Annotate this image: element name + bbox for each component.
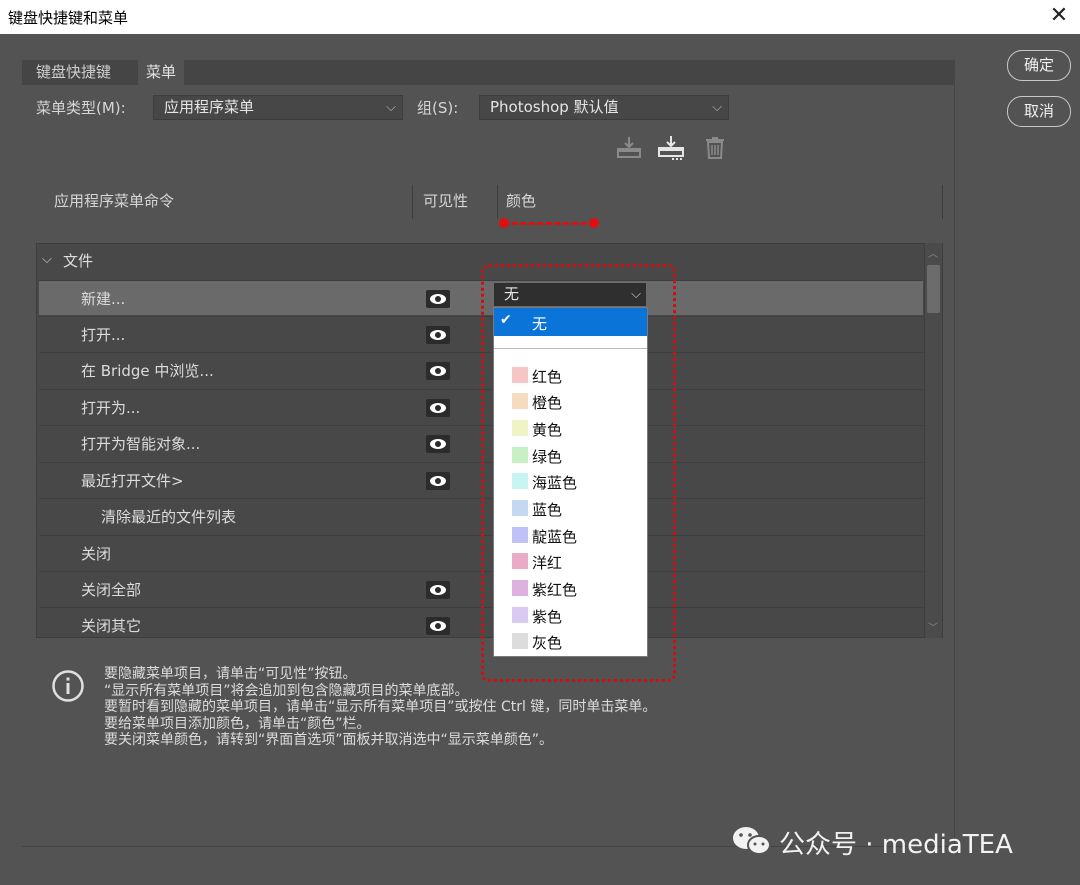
window-title: 键盘快捷键和菜单 <box>8 9 129 27</box>
header-visibility: 可见性 <box>423 192 469 210</box>
eye-icon[interactable] <box>426 399 450 417</box>
tab-menus[interactable]: 菜单 <box>138 60 185 85</box>
info-text: 要隐藏菜单项目，请单击“可见性”按钮。 “显示所有菜单项目”将会追加到包含隐藏项… <box>104 666 656 749</box>
info-icon <box>51 669 85 703</box>
watermark-text: 公众号 · mediaTEA <box>779 830 1013 860</box>
eye-icon[interactable] <box>426 435 450 453</box>
eye-icon[interactable] <box>426 617 450 635</box>
row-label: 打开为... <box>81 399 141 417</box>
title-bar: 键盘快捷键和菜单 ✕ <box>0 0 1080 34</box>
menu-type-value: 应用程序菜单 <box>164 98 255 116</box>
tree-group-file[interactable]: ⌵ 文件 <box>37 244 921 278</box>
annotation-dot <box>499 218 509 228</box>
cancel-button[interactable]: 取消 <box>1007 96 1071 127</box>
row-label: 打开为智能对象... <box>81 435 201 453</box>
info-line: “显示所有菜单项目”将会追加到包含隐藏项目的菜单底部。 <box>104 682 469 699</box>
row-label: 关闭全部 <box>81 581 142 599</box>
header-separator <box>497 185 498 219</box>
row-label: 关闭 <box>81 545 112 563</box>
annotation-dot <box>589 218 599 228</box>
eye-icon[interactable] <box>426 362 450 380</box>
group-label: 组(S): <box>417 99 459 117</box>
row-label: 在 Bridge 中浏览... <box>81 362 214 380</box>
menu-type-label: 菜单类型(M): <box>36 99 126 117</box>
tab-strip: 键盘快捷键 菜单 <box>22 60 955 85</box>
close-icon[interactable]: ✕ <box>1046 3 1072 29</box>
menu-type-select[interactable]: 应用程序菜单 ⌵ <box>153 95 403 120</box>
tree-scrollbar[interactable]: ︿ ﹀ <box>924 243 942 638</box>
save-set-icon[interactable] <box>615 134 643 162</box>
group-value: Photoshop 默认值 <box>490 98 619 116</box>
header-color: 颜色 <box>506 192 537 210</box>
chevron-down-icon: ⌵ <box>712 100 722 115</box>
row-label: 清除最近的文件列表 <box>101 508 237 526</box>
row-label: 最近打开文件> <box>81 472 184 490</box>
eye-icon[interactable] <box>426 290 450 308</box>
chevron-down-icon[interactable]: ﹀ <box>928 619 938 634</box>
save-as-icon[interactable] <box>657 134 685 162</box>
row-label: 新建... <box>81 290 126 308</box>
chevron-down-icon: ⌵ <box>42 252 52 267</box>
annotation-dashed-line <box>503 222 595 225</box>
column-header: 应用程序菜单命令 可见性 颜色 <box>36 185 943 219</box>
header-separator <box>412 185 413 219</box>
wechat-icon <box>731 824 773 858</box>
tab-keyboard-shortcuts[interactable]: 键盘快捷键 <box>28 60 119 85</box>
scroll-thumb[interactable] <box>927 265 940 313</box>
header-separator <box>942 185 943 219</box>
chevron-up-icon[interactable]: ︿ <box>928 245 938 260</box>
eye-icon[interactable] <box>426 581 450 599</box>
row-label: 关闭其它 <box>81 617 142 635</box>
chevron-down-icon: ⌵ <box>386 100 396 115</box>
group-name: 文件 <box>63 252 94 270</box>
eye-icon[interactable] <box>426 472 450 490</box>
header-command: 应用程序菜单命令 <box>54 192 175 210</box>
row-label: 打开... <box>81 326 126 344</box>
info-line: 要给菜单项目添加颜色，请单击“颜色”栏。 <box>104 715 371 732</box>
group-select[interactable]: Photoshop 默认值 ⌵ <box>479 95 729 120</box>
info-line: 要暂时看到隐藏的菜单项目，请单击“显示所有菜单项目”或按住 Ctrl 键，同时单… <box>104 699 657 715</box>
annotation-dotted-box <box>481 264 676 682</box>
info-line: 要关闭菜单颜色，请转到“界面首选项”面板并取消选中“显示菜单颜色”。 <box>104 732 554 748</box>
info-line: 要隐藏菜单项目，请单击“可见性”按钮。 <box>104 666 357 682</box>
eye-icon[interactable] <box>426 326 450 344</box>
delete-icon[interactable] <box>701 134 729 162</box>
ok-button[interactable]: 确定 <box>1007 50 1071 81</box>
